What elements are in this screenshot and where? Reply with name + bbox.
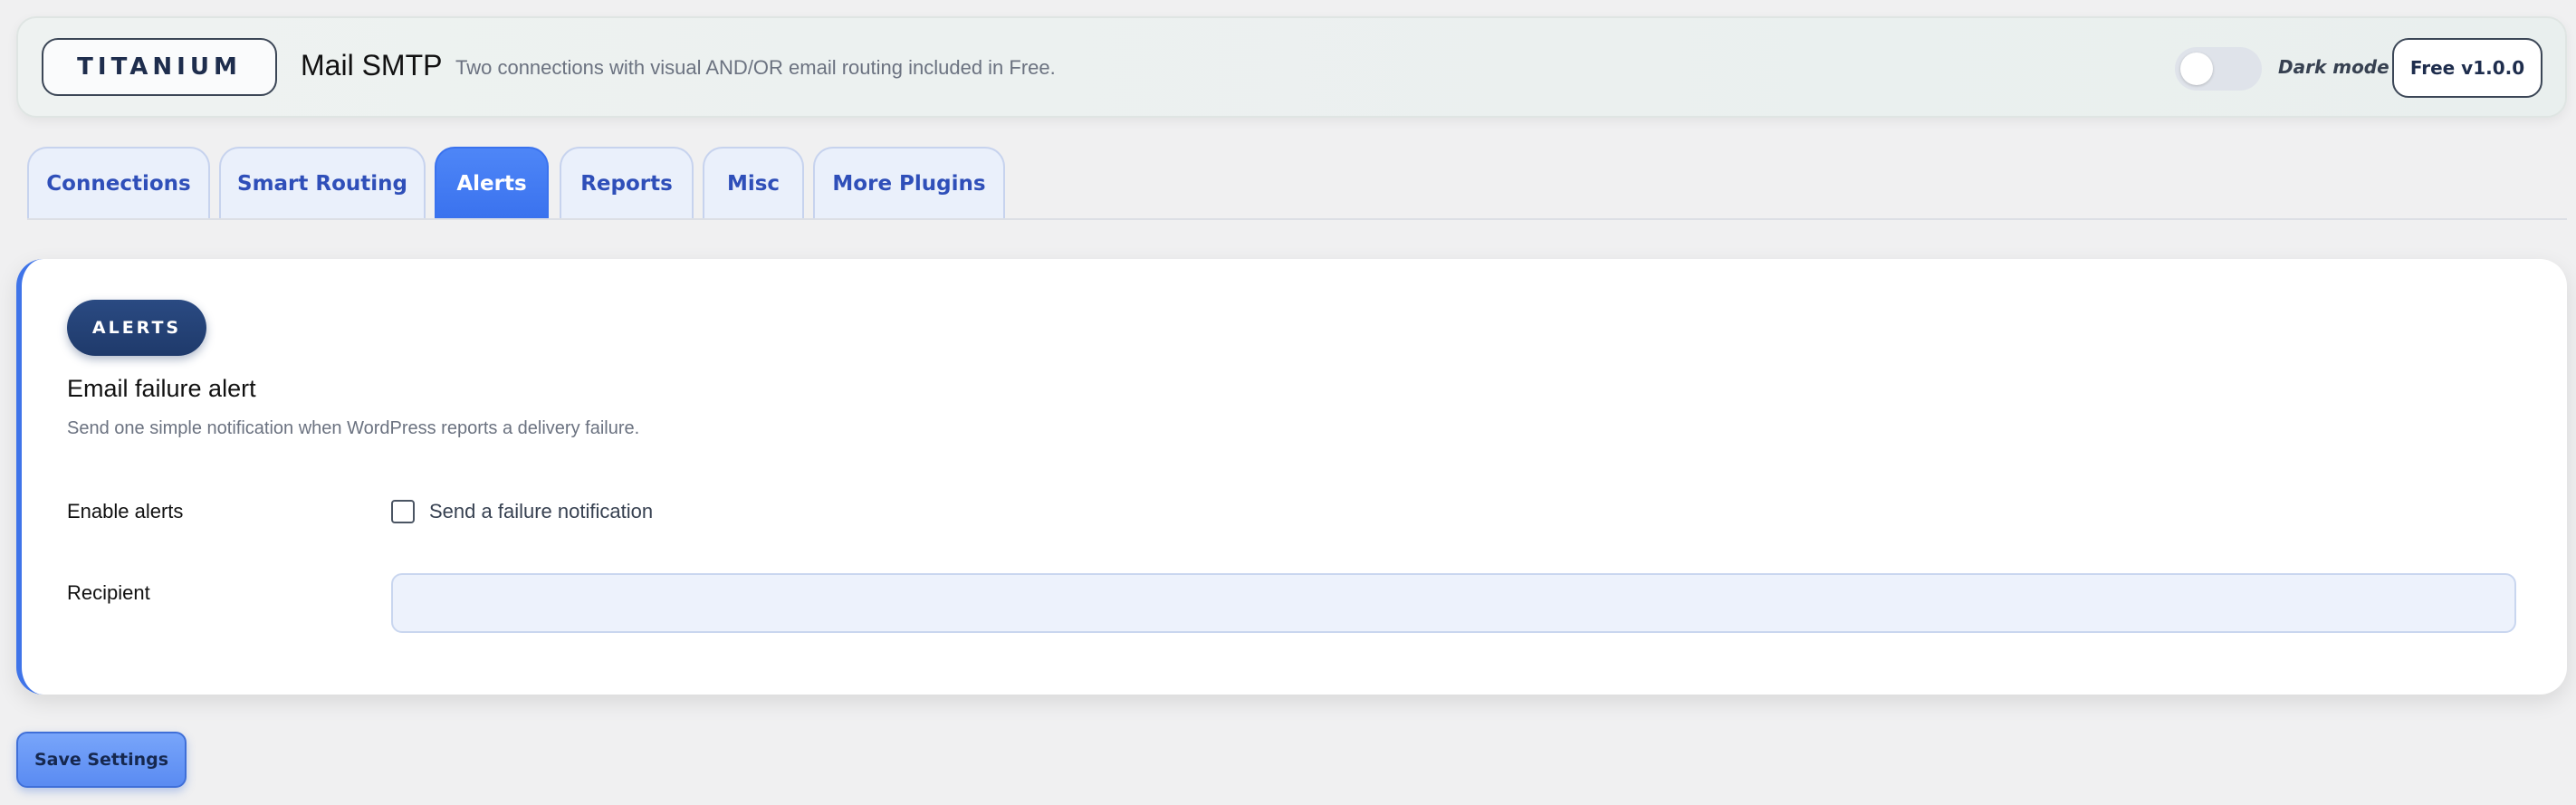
recipient-label: Recipient: [67, 581, 150, 604]
version-badge[interactable]: Free v1.0.0: [2392, 38, 2542, 98]
section-pill: ALERTS: [67, 300, 206, 356]
alerts-card: ALERTS Email failure alert Send one simp…: [16, 259, 2567, 695]
app-subtitle: Two connections with visual AND/OR email…: [455, 56, 1056, 79]
top-header: TITANIUM Mail SMTP Two connections with …: [16, 16, 2567, 118]
tab-alerts[interactable]: Alerts: [435, 147, 549, 219]
tab-misc[interactable]: Misc: [703, 147, 804, 219]
tab-reports[interactable]: Reports: [560, 147, 694, 219]
dark-mode-label: Dark mode: [2278, 56, 2389, 78]
save-settings-button[interactable]: Save Settings: [16, 732, 187, 788]
tab-smart-routing[interactable]: Smart Routing: [219, 147, 426, 219]
tabs-divider: [27, 218, 2567, 220]
card-title: Email failure alert: [67, 375, 256, 402]
checkbox-label[interactable]: Send a failure notification: [429, 500, 653, 523]
brand-logo[interactable]: TITANIUM: [42, 38, 277, 96]
dark-mode-toggle[interactable]: [2175, 47, 2262, 91]
recipient-input[interactable]: [391, 573, 2516, 633]
app-title: Mail SMTP: [301, 49, 443, 81]
tab-connections[interactable]: Connections: [27, 147, 210, 219]
failure-notification-checkbox[interactable]: [391, 500, 415, 523]
card-description: Send one simple notification when WordPr…: [67, 418, 640, 438]
toggle-knob: [2180, 53, 2213, 85]
enable-alerts-label: Enable alerts: [67, 500, 184, 522]
tab-more-plugins[interactable]: More Plugins: [813, 147, 1005, 219]
